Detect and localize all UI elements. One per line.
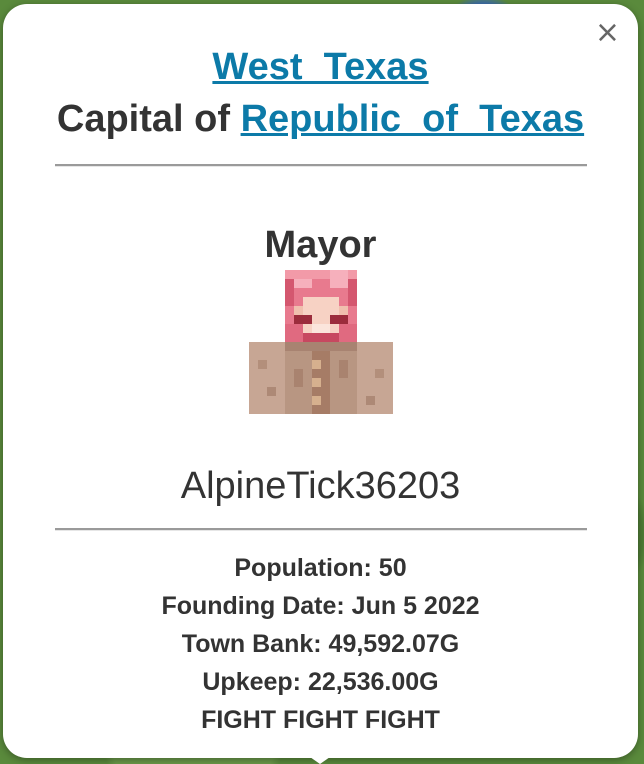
mayor-name: AlpineTick36203 — [180, 465, 461, 507]
nation-name-link[interactable]: Republic_of_Texas — [241, 98, 585, 140]
capital-line: Capital of Republic_of_Texas — [3, 94, 638, 144]
popup-pointer — [300, 750, 340, 764]
divider-bottom — [54, 528, 587, 531]
town-board-text: FIGHT FIGHT FIGHT — [201, 706, 440, 734]
town-info-popup: × West_Texas Capital of Republic_of_Texa… — [3, 4, 638, 758]
popup-content: West_Texas Capital of Republic_of_Texas … — [3, 4, 638, 739]
divider-top — [54, 164, 587, 167]
founding-date-stat: Founding Date: Jun 5 2022 — [161, 592, 480, 620]
population-stat: Population: 50 — [234, 554, 407, 582]
town-stats: Population: 50 Founding Date: Jun 5 2022… — [3, 549, 638, 739]
mayor-avatar — [248, 270, 393, 414]
mayor-heading: Mayor — [264, 224, 377, 266]
capital-prefix: Capital of — [56, 98, 241, 140]
town-bank-stat: Town Bank: 49,592.07G — [181, 630, 460, 658]
town-title: West_Texas — [3, 42, 638, 92]
upkeep-stat: Upkeep: 22,536.00G — [202, 668, 439, 696]
town-name-link[interactable]: West_Texas — [212, 46, 428, 88]
